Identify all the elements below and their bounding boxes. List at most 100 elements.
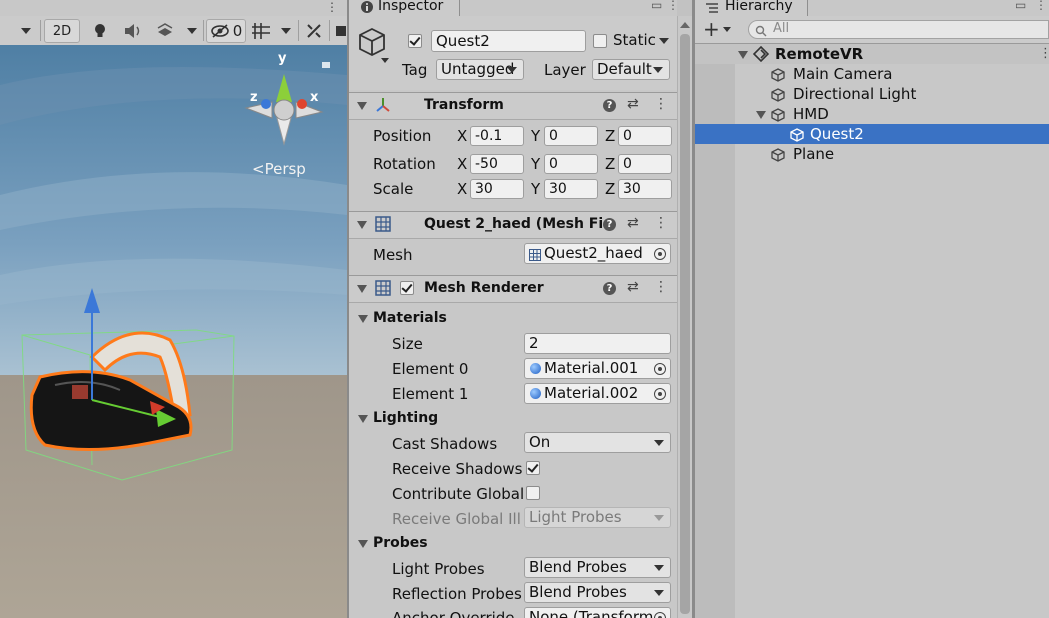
list-item-selected[interactable]: Quest2 xyxy=(695,124,1049,144)
camera-icon[interactable] xyxy=(334,16,347,45)
rotation-z-field[interactable]: 0 xyxy=(618,154,672,174)
probes-foldout-icon[interactable] xyxy=(358,540,368,548)
lighting-label[interactable]: Lighting xyxy=(373,410,438,426)
inspector-menu-icon[interactable]: ⋮ xyxy=(667,0,679,12)
toggle-2d-button[interactable]: 2D xyxy=(44,19,80,43)
active-checkbox[interactable] xyxy=(408,34,422,48)
grid-snap-icon[interactable] xyxy=(248,16,274,45)
component-menu-icon[interactable]: ⋮ xyxy=(654,96,668,112)
light-probes-dropdown[interactable]: Blend Probes xyxy=(524,557,671,578)
lightbulb-icon[interactable] xyxy=(88,16,112,45)
projection-toggle[interactable]: <Persp xyxy=(252,160,306,178)
layer-dropdown[interactable]: Default xyxy=(592,59,670,80)
scene-row[interactable]: RemoteVR ⋮ xyxy=(695,44,1049,64)
scene-more-icon[interactable]: ⋮ xyxy=(326,0,338,14)
preset-icon[interactable]: ⇄ xyxy=(627,96,639,112)
scrollbar-thumb[interactable] xyxy=(680,34,690,614)
foldout-arrow-icon[interactable] xyxy=(357,221,367,229)
hierarchy-menu-icon[interactable]: ⋮ xyxy=(1035,0,1047,12)
add-dropdown-icon[interactable] xyxy=(723,27,731,32)
transform-header[interactable]: Transform ? ⇄ ⋮ xyxy=(349,92,677,120)
tools-icon[interactable] xyxy=(302,16,326,45)
position-x-field[interactable]: -0.1 xyxy=(470,126,524,146)
scroll-up-icon[interactable] xyxy=(680,22,690,28)
help-icon[interactable]: ? xyxy=(603,99,616,112)
help-icon[interactable]: ? xyxy=(603,218,616,231)
list-item[interactable]: Plane xyxy=(695,144,1049,164)
list-item[interactable]: HMD xyxy=(695,104,1049,124)
hierarchy-search-field[interactable]: All xyxy=(748,20,1049,39)
receive-shadows-checkbox[interactable] xyxy=(526,461,540,475)
object-picker-icon[interactable] xyxy=(654,363,666,375)
audio-icon[interactable] xyxy=(120,16,146,45)
preset-icon[interactable]: ⇄ xyxy=(627,279,639,295)
dropdown-arrow-icon[interactable] xyxy=(18,16,34,45)
element0-material-field[interactable]: Material.001 xyxy=(524,358,671,379)
scene-viewport[interactable]: y z x <Persp xyxy=(0,45,347,618)
effects-dropdown-icon[interactable] xyxy=(184,16,200,45)
position-label[interactable]: Position xyxy=(373,127,431,145)
icon-dropdown-arrow[interactable] xyxy=(381,58,389,63)
tab-hierarchy[interactable]: Hierarchy xyxy=(695,0,808,16)
list-item[interactable]: Main Camera xyxy=(695,64,1049,84)
contribute-global-checkbox[interactable] xyxy=(526,486,540,500)
position-x-label[interactable]: X xyxy=(457,127,467,145)
foldout-arrow-icon[interactable] xyxy=(357,102,367,110)
static-dropdown-icon[interactable] xyxy=(659,38,669,44)
effects-icon[interactable] xyxy=(152,16,178,45)
object-picker-icon[interactable] xyxy=(654,388,666,400)
materials-size-field[interactable]: 2 xyxy=(524,333,671,354)
rotation-z-label[interactable]: Z xyxy=(605,155,615,173)
element1-material-field[interactable]: Material.002 xyxy=(524,383,671,404)
position-z-label[interactable]: Z xyxy=(605,127,615,145)
scale-y-field[interactable]: 30 xyxy=(544,179,598,199)
lock-icon[interactable] xyxy=(320,59,332,71)
probes-label[interactable]: Probes xyxy=(373,535,428,551)
expand-arrow-icon[interactable] xyxy=(738,51,748,59)
rotation-y-field[interactable]: 0 xyxy=(544,154,598,174)
mesh-renderer-header[interactable]: Mesh Renderer ? ⇄ ⋮ xyxy=(349,275,677,303)
foldout-arrow-icon[interactable] xyxy=(357,285,367,293)
component-menu-icon[interactable]: ⋮ xyxy=(654,215,668,231)
static-checkbox[interactable] xyxy=(593,34,607,48)
tag-dropdown[interactable]: Untagged xyxy=(436,59,524,80)
scale-z-label[interactable]: Z xyxy=(605,180,615,198)
list-item[interactable]: Directional Light xyxy=(695,84,1049,104)
preset-icon[interactable]: ⇄ xyxy=(627,215,639,231)
gizmo-axis-y[interactable]: y xyxy=(278,51,286,66)
add-icon[interactable]: + xyxy=(703,18,720,40)
gizmo-axis-x[interactable]: x xyxy=(310,90,318,105)
position-z-field[interactable]: 0 xyxy=(618,126,672,146)
rotation-x-field[interactable]: -50 xyxy=(470,154,524,174)
cast-shadows-dropdown[interactable]: On xyxy=(524,432,671,453)
help-icon[interactable]: ? xyxy=(603,282,616,295)
object-name-field[interactable]: Quest2 xyxy=(431,30,586,52)
component-menu-icon[interactable]: ⋮ xyxy=(654,279,668,295)
hidden-objects-toggle[interactable]: 0 xyxy=(206,19,246,43)
grid-dropdown-icon[interactable] xyxy=(278,16,294,45)
object-picker-icon[interactable] xyxy=(654,248,666,260)
scale-x-field[interactable]: 30 xyxy=(470,179,524,199)
mesh-renderer-enabled-checkbox[interactable] xyxy=(400,281,414,295)
rotation-label[interactable]: Rotation xyxy=(373,155,436,173)
scene-menu-icon[interactable]: ⋮ xyxy=(1039,44,1049,64)
object-picker-icon[interactable] xyxy=(654,612,666,618)
reflection-probes-dropdown[interactable]: Blend Probes xyxy=(524,582,671,603)
lock-icon[interactable]: ▭ xyxy=(1015,0,1026,12)
position-y-field[interactable]: 0 xyxy=(544,126,598,146)
position-y-label[interactable]: Y xyxy=(531,127,540,145)
materials-foldout-icon[interactable] xyxy=(358,315,368,323)
expand-arrow-icon[interactable] xyxy=(756,111,766,119)
mesh-filter-header[interactable]: Quest 2_haed (Mesh Fi ? ⇄ ⋮ xyxy=(349,211,677,239)
gameobject-cube-icon[interactable] xyxy=(358,27,386,61)
anchor-override-field[interactable]: None (Transform xyxy=(524,607,671,618)
tab-inspector[interactable]: Inspector xyxy=(349,0,460,16)
gizmo-axis-z[interactable]: z xyxy=(250,90,258,105)
inspector-scrollbar[interactable] xyxy=(677,16,693,618)
materials-label[interactable]: Materials xyxy=(373,310,447,326)
scale-x-label[interactable]: X xyxy=(457,180,467,198)
rotation-y-label[interactable]: Y xyxy=(531,155,540,173)
scale-y-label[interactable]: Y xyxy=(531,180,540,198)
mesh-object-field[interactable]: Quest2_haed xyxy=(524,243,671,264)
lighting-foldout-icon[interactable] xyxy=(358,415,368,423)
